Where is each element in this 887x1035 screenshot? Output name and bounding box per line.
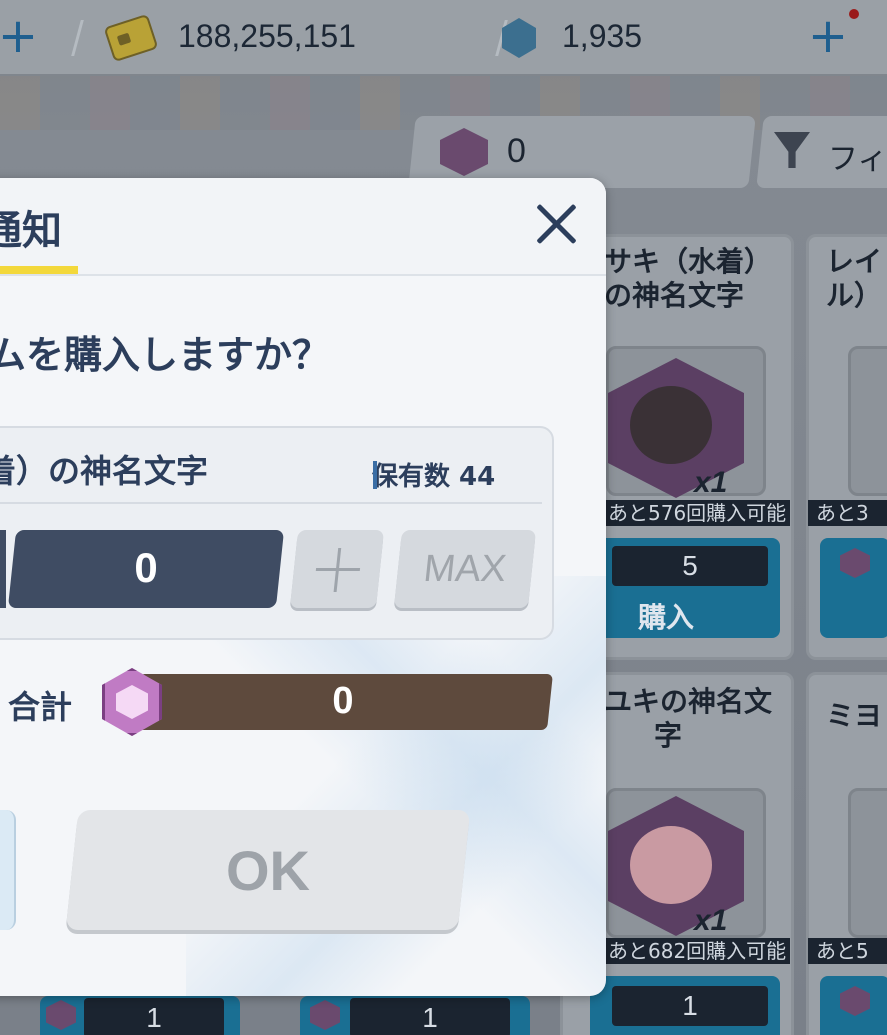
item-frame xyxy=(848,788,887,938)
remaining-purchases: あと5 xyxy=(808,938,887,964)
filter-label: フィ xyxy=(828,142,887,177)
max-button[interactable]: MAX xyxy=(393,530,537,608)
shop-item-name: ミヨ xyxy=(826,699,883,732)
remaining-purchases: あと576回購入可能 xyxy=(600,500,790,526)
item-name: 着）の神名文字 xyxy=(0,452,209,490)
add-money-button[interactable]: + xyxy=(0,12,40,60)
money-card-icon xyxy=(103,13,159,63)
item-quantity: x1 xyxy=(694,904,728,937)
shop-item-name: 字 xyxy=(654,719,683,752)
buy-label: 購入 xyxy=(638,601,695,634)
remaining-purchases: あと3 xyxy=(808,500,887,526)
shop-item-name: レイ xyxy=(826,245,883,278)
top-bar: + 188,255,151 1,935 + xyxy=(0,0,887,76)
total-value: 0 xyxy=(332,680,354,722)
dialog-header: 通知 xyxy=(0,178,606,276)
owned-accent-bar xyxy=(373,461,377,489)
shop-item-name: ル） xyxy=(826,279,883,312)
quantity-value: 0 xyxy=(134,544,158,591)
owned-count: 保有数 44 xyxy=(372,462,496,492)
remaining-purchases: あと682回購入可能 xyxy=(600,938,790,964)
currency-value: 0 xyxy=(507,132,526,170)
purchase-dialog: 通知 ムを購入しますか？ 着）の神名文字 保有数 44 0 MAX 合計 0 O… xyxy=(0,178,606,996)
cancel-button[interactable] xyxy=(0,810,16,930)
price-value: 1 xyxy=(612,986,768,1026)
purchase-question: ムを購入しますか？ xyxy=(0,333,331,377)
dialog-title: 通知 xyxy=(0,208,62,254)
shop-item-name: サキ（水着） xyxy=(604,245,773,278)
max-label: MAX xyxy=(421,548,509,590)
money-value: 188,255,151 xyxy=(178,18,356,54)
shop-item-name: ユキの神名文 xyxy=(604,685,773,718)
total-label: 合計 xyxy=(8,688,73,726)
price-value: 1 xyxy=(350,998,510,1035)
panel-divider xyxy=(0,502,542,504)
minus-button[interactable] xyxy=(0,530,6,608)
item-quantity: x1 xyxy=(694,466,728,499)
gem-icon xyxy=(502,18,536,58)
close-icon[interactable] xyxy=(528,196,584,252)
top-separator xyxy=(71,20,84,56)
gem-value: 1,935 xyxy=(562,18,643,54)
price-value: 5 xyxy=(612,546,768,586)
notification-dot xyxy=(849,9,859,19)
plus-icon xyxy=(290,530,384,608)
title-underline xyxy=(0,266,78,274)
shop-item-name: の神名文字 xyxy=(604,279,745,312)
plus-button[interactable] xyxy=(289,530,385,608)
ok-label: OK xyxy=(226,839,310,902)
price-value: 1 xyxy=(84,998,224,1035)
item-frame xyxy=(848,346,887,496)
character-portrait-icon xyxy=(630,826,712,904)
character-portrait-icon xyxy=(630,386,712,464)
add-gems-button[interactable]: + xyxy=(806,12,850,60)
